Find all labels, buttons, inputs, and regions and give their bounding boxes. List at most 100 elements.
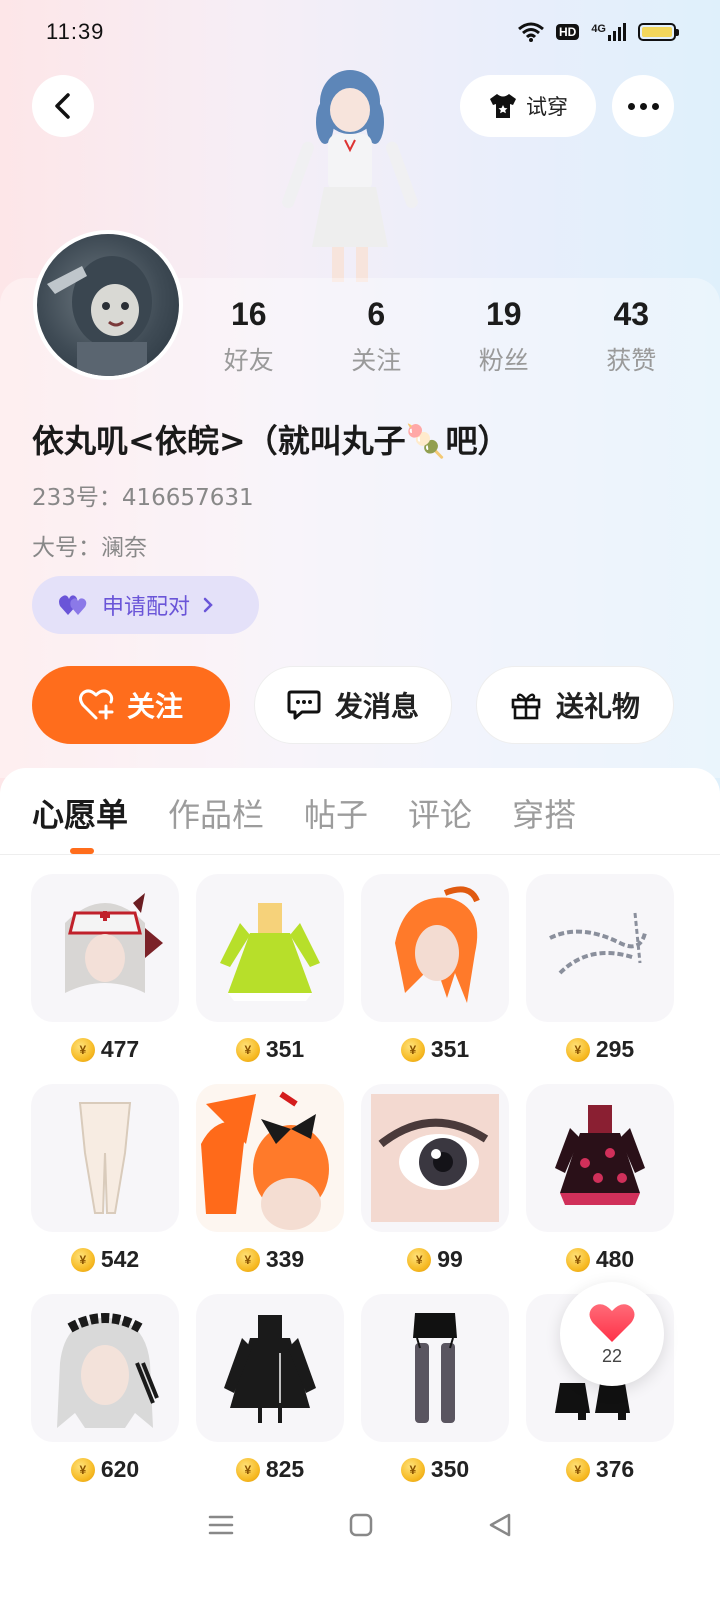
stat-value: 43 bbox=[613, 296, 650, 332]
tshirt-icon bbox=[490, 94, 516, 118]
price-value: 477 bbox=[100, 1036, 140, 1062]
wishlist-item[interactable]: ¥ 542 bbox=[31, 1084, 179, 1273]
stat-label: 粉丝 bbox=[478, 346, 529, 375]
item-price: ¥ 295 bbox=[526, 1036, 674, 1063]
like-floating-button[interactable]: 22 bbox=[560, 1282, 664, 1386]
stat-likes[interactable]: 43 获赞 bbox=[568, 296, 696, 377]
item-image bbox=[31, 1084, 179, 1232]
item-price: ¥ 376 bbox=[526, 1456, 674, 1483]
coin-icon: ¥ bbox=[565, 1457, 590, 1482]
price-value: 480 bbox=[595, 1246, 635, 1272]
price-value: 376 bbox=[595, 1456, 635, 1482]
price-value: 351 bbox=[430, 1036, 470, 1062]
stat-value: 19 bbox=[485, 296, 522, 332]
try-on-label: 试穿 bbox=[526, 95, 568, 119]
battery-icon bbox=[638, 23, 679, 41]
nurse-hat-hair-icon bbox=[65, 893, 163, 993]
stat-label: 获赞 bbox=[606, 346, 657, 375]
wishlist-item[interactable]: ¥ 620 bbox=[31, 1294, 179, 1483]
coin-icon: ¥ bbox=[407, 1247, 432, 1272]
coin-icon: ¥ bbox=[400, 1457, 425, 1482]
wishlist-item[interactable]: ¥ 825 bbox=[196, 1294, 344, 1483]
stat-value: 6 bbox=[367, 296, 386, 332]
avatar[interactable] bbox=[33, 230, 183, 380]
item-price: ¥ 477 bbox=[31, 1036, 179, 1063]
more-dots-icon bbox=[627, 102, 659, 110]
network-label: 4G bbox=[591, 23, 606, 35]
price-value: 542 bbox=[100, 1246, 140, 1272]
send-message-button[interactable]: 发消息 bbox=[254, 666, 452, 744]
send-gift-button[interactable]: 送礼物 bbox=[476, 666, 674, 744]
wishlist-item[interactable]: ¥ 480 bbox=[526, 1084, 674, 1273]
item-price: ¥ 339 bbox=[196, 1246, 344, 1273]
wishlist-item[interactable]: ¥ 295 bbox=[526, 874, 674, 1063]
apply-pair-label: 申请配对 bbox=[102, 595, 191, 620]
profile-nickname: 依丸叽<依皖>（就叫丸子🍡吧） bbox=[32, 422, 510, 460]
follow-button[interactable]: 关注 bbox=[32, 666, 230, 744]
coin-icon: ¥ bbox=[565, 1037, 590, 1062]
item-price: ¥ 351 bbox=[196, 1036, 344, 1063]
signal-icon: 4G bbox=[591, 23, 626, 41]
stat-friends[interactable]: 16 好友 bbox=[185, 296, 313, 377]
heart-icon bbox=[589, 1303, 635, 1342]
wishlist-item[interactable]: ¥ 477 bbox=[31, 874, 179, 1063]
tab-works[interactable]: 作品栏 bbox=[168, 790, 264, 836]
back-button[interactable] bbox=[32, 75, 94, 137]
chat-bubble-icon bbox=[287, 690, 321, 720]
character-3d-model bbox=[282, 70, 418, 282]
price-value: 351 bbox=[265, 1036, 305, 1062]
item-price: ¥ 351 bbox=[361, 1036, 509, 1063]
stat-value: 16 bbox=[230, 296, 267, 332]
orange-bow-hair-icon bbox=[196, 1084, 344, 1232]
system-nav-bar bbox=[0, 1490, 720, 1560]
gift-icon bbox=[511, 693, 541, 720]
coin-icon: ¥ bbox=[235, 1037, 260, 1062]
price-value: 295 bbox=[595, 1036, 635, 1062]
coin-icon: ¥ bbox=[565, 1247, 590, 1272]
tab-wishlist[interactable]: 心愿单 bbox=[32, 790, 128, 836]
item-image bbox=[361, 874, 509, 1022]
profile-stats: 16 好友 6 关注 19 粉丝 43 获赞 bbox=[185, 296, 695, 377]
item-price: ¥ 825 bbox=[196, 1456, 344, 1483]
coin-icon: ¥ bbox=[70, 1037, 95, 1062]
more-options-button[interactable] bbox=[612, 75, 674, 137]
wishlist-item[interactable]: ¥ 339 bbox=[196, 1084, 344, 1273]
gothic-dress-icon bbox=[555, 1105, 645, 1205]
send-gift-label: 送礼物 bbox=[555, 690, 640, 723]
price-value: 350 bbox=[430, 1456, 470, 1482]
wishlist-item[interactable]: ¥ 351 bbox=[196, 874, 344, 1063]
tab-comments[interactable]: 评论 bbox=[408, 790, 472, 836]
eye-makeup-icon bbox=[371, 1094, 499, 1222]
tab-outfits[interactable]: 穿搭 bbox=[512, 790, 576, 836]
item-image bbox=[361, 1084, 509, 1232]
home-icon[interactable] bbox=[348, 1512, 374, 1538]
wishlist-item[interactable]: ¥ 351 bbox=[361, 874, 509, 1063]
item-image bbox=[526, 1084, 674, 1232]
double-heart-icon bbox=[59, 595, 87, 615]
item-price: ¥ 620 bbox=[31, 1456, 179, 1483]
stat-following[interactable]: 6 关注 bbox=[313, 296, 441, 377]
profile-id[interactable]: 233号：416657631 bbox=[32, 478, 254, 512]
status-bar: 11:39 HD 4G bbox=[0, 0, 720, 64]
item-price: ¥ 350 bbox=[361, 1456, 509, 1483]
status-icons: HD 4G bbox=[518, 22, 679, 42]
wishlist-item[interactable]: ¥ 350 bbox=[361, 1294, 509, 1483]
price-value: 825 bbox=[265, 1456, 305, 1482]
tab-posts[interactable]: 帖子 bbox=[304, 790, 368, 836]
menu-icon[interactable] bbox=[207, 1513, 235, 1537]
item-price: ¥ 99 bbox=[361, 1246, 509, 1273]
stat-fans[interactable]: 19 粉丝 bbox=[440, 296, 568, 377]
orange-ponytail-hair-icon bbox=[395, 886, 480, 1003]
wishlist-item[interactable]: ¥ 99 bbox=[361, 1084, 509, 1273]
item-image bbox=[196, 1294, 344, 1442]
try-on-button[interactable]: 试穿 bbox=[460, 75, 596, 137]
stockings-icon bbox=[78, 1102, 132, 1214]
follow-label: 关注 bbox=[126, 690, 183, 723]
back-triangle-icon[interactable] bbox=[487, 1512, 513, 1538]
apply-pair-button[interactable]: 申请配对 bbox=[32, 576, 259, 634]
status-time: 11:39 bbox=[46, 19, 105, 44]
stat-label: 好友 bbox=[223, 346, 274, 375]
coin-icon: ¥ bbox=[70, 1247, 95, 1272]
coin-icon: ¥ bbox=[235, 1247, 260, 1272]
item-image bbox=[361, 1294, 509, 1442]
